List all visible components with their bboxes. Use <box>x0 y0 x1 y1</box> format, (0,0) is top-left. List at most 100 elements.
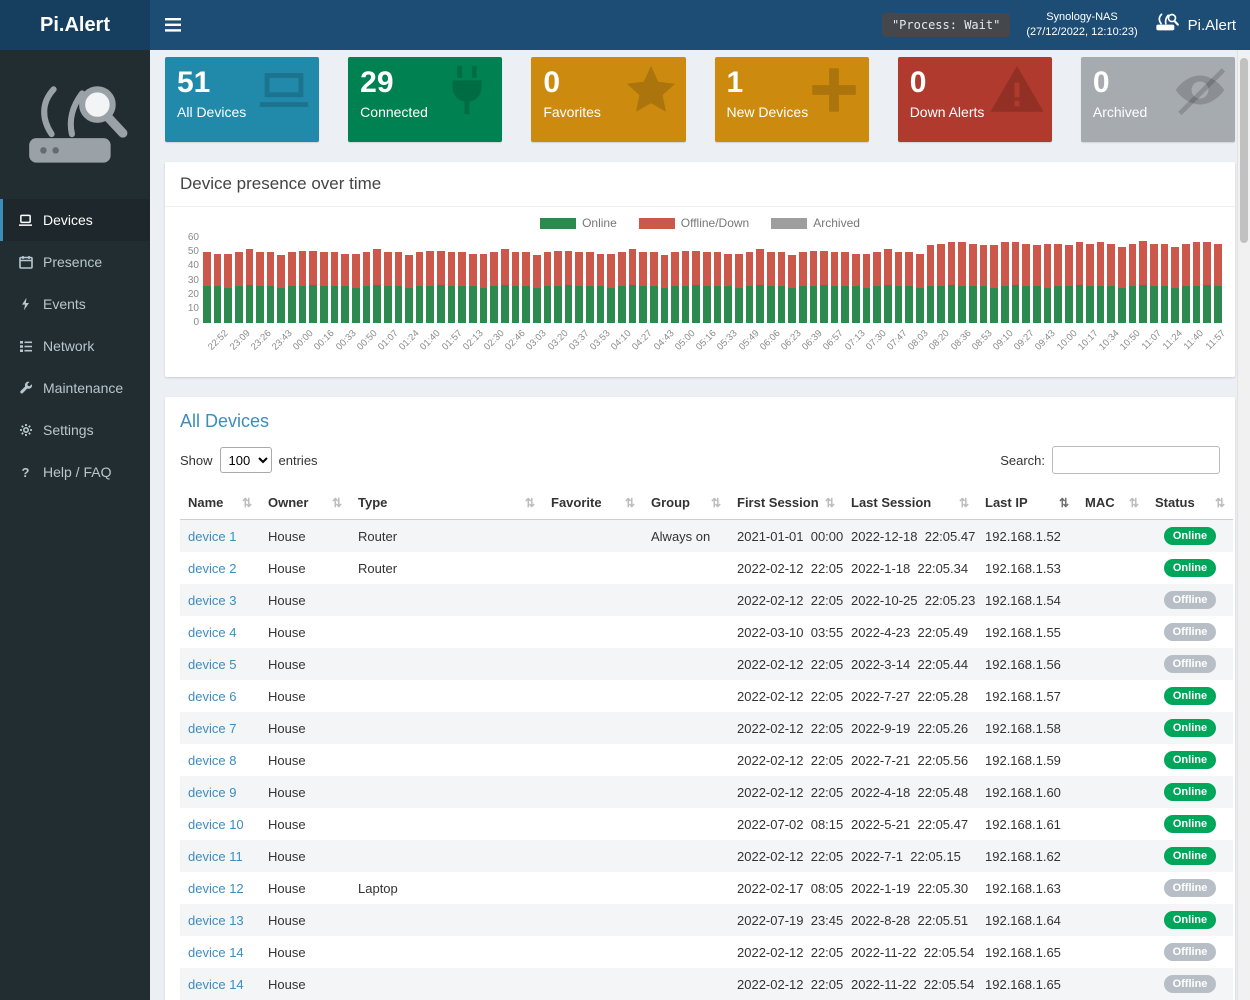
sidebar-item-presence[interactable]: Presence <box>0 241 150 283</box>
table-title: All Devices <box>180 411 1220 432</box>
cell-first_session: 2022-02-12 22:05 <box>729 680 843 712</box>
sidebar-item-network[interactable]: Network <box>0 325 150 367</box>
device-link[interactable]: device 14 <box>188 945 244 960</box>
device-link[interactable]: device 8 <box>188 753 236 768</box>
scrollbar-thumb[interactable] <box>1240 58 1248 243</box>
chart-bar <box>235 252 243 323</box>
device-link[interactable]: device 12 <box>188 881 244 896</box>
device-link[interactable]: device 3 <box>188 593 236 608</box>
chart-bar <box>884 249 892 323</box>
chart-bar <box>288 252 296 323</box>
device-link[interactable]: device 11 <box>188 849 243 864</box>
chart-bar <box>1044 244 1052 323</box>
status-badge: Online <box>1164 847 1216 865</box>
device-link[interactable]: device 9 <box>188 785 236 800</box>
chart-bar <box>469 254 477 323</box>
hamburger-menu-icon[interactable] <box>150 0 196 50</box>
chart-y-tick: 20 <box>188 289 199 300</box>
device-link[interactable]: device 14 <box>188 977 244 992</box>
cell-first_session: 2022-02-12 22:05 <box>729 552 843 584</box>
cell-last_ip: 192.168.1.56 <box>977 648 1077 680</box>
chart-bar <box>256 252 264 323</box>
host-datetime: (27/12/2022, 12:10:23) <box>1026 25 1137 40</box>
chart-panel-title: Device presence over time <box>165 162 1235 207</box>
card-connected[interactable]: 29 Connected <box>348 57 502 142</box>
app-logo[interactable]: Pi.Alert <box>0 0 150 50</box>
chart-bar <box>575 252 583 323</box>
legend-online[interactable]: Online <box>540 216 617 230</box>
gear-icon <box>18 423 33 437</box>
entries-select[interactable]: 100 <box>220 447 272 473</box>
col-mac[interactable]: MAC⇅ <box>1077 486 1147 520</box>
chart-bars <box>203 238 1221 323</box>
chart-bar <box>831 252 839 323</box>
device-link[interactable]: device 5 <box>188 657 236 672</box>
chart-bar <box>1076 242 1084 323</box>
device-link[interactable]: device 2 <box>188 561 236 576</box>
col-name[interactable]: Name⇅ <box>180 486 260 520</box>
device-link[interactable]: device 7 <box>188 721 236 736</box>
device-link[interactable]: device 4 <box>188 625 236 640</box>
star-icon <box>622 61 680 124</box>
legend-label: Online <box>582 216 617 230</box>
col-status[interactable]: Status⇅ <box>1147 486 1233 520</box>
sidebar-item-label: Network <box>43 338 94 354</box>
card-favorites[interactable]: 0 Favorites <box>531 57 685 142</box>
laptop-icon <box>255 61 313 124</box>
brand-link[interactable]: Pi.Alert <box>1154 12 1236 38</box>
sidebar-item-events[interactable]: Events <box>0 283 150 325</box>
chart-bar <box>703 252 711 323</box>
sidebar-item-maintenance[interactable]: Maintenance <box>0 367 150 409</box>
table-row: device 14House2022-02-12 22:052022-11-22… <box>180 968 1233 1000</box>
cell-name: device 7 <box>180 712 260 744</box>
device-link[interactable]: device 6 <box>188 689 236 704</box>
sidebar-item-devices[interactable]: Devices <box>0 199 150 241</box>
cell-mac <box>1077 904 1147 936</box>
device-link[interactable]: device 13 <box>188 913 244 928</box>
col-last-ip[interactable]: Last IP⇅ <box>977 486 1077 520</box>
card-new-devices[interactable]: 1 New Devices <box>715 57 869 142</box>
network-icon <box>18 340 33 353</box>
cell-group <box>643 552 729 584</box>
chart-bar <box>320 252 328 323</box>
legend-archived[interactable]: Archived <box>771 216 860 230</box>
col-first-session[interactable]: First Session⇅ <box>729 486 843 520</box>
col-owner[interactable]: Owner⇅ <box>260 486 350 520</box>
cell-last_ip: 192.168.1.54 <box>977 584 1077 616</box>
sort-icon: ⇅ <box>332 496 342 510</box>
cell-type <box>350 840 543 872</box>
chart-bar <box>980 245 988 323</box>
chart-bar <box>458 252 466 323</box>
cell-name: device 14 <box>180 936 260 968</box>
sidebar-item-help[interactable]: ? Help / FAQ <box>0 451 150 493</box>
card-down-alerts[interactable]: 0 Down Alerts <box>898 57 1052 142</box>
col-favorite[interactable]: Favorite⇅ <box>543 486 643 520</box>
chart-bar <box>586 252 594 323</box>
col-type[interactable]: Type⇅ <box>350 486 543 520</box>
vertical-scrollbar[interactable] <box>1237 50 1250 1000</box>
chart-bar <box>1139 241 1147 323</box>
card-all-devices[interactable]: 51 All Devices <box>165 57 319 142</box>
sidebar-item-settings[interactable]: Settings <box>0 409 150 451</box>
search-input[interactable] <box>1052 446 1220 474</box>
sort-icon: ⇅ <box>825 496 835 510</box>
cell-favorite <box>543 680 643 712</box>
cell-name: device 4 <box>180 616 260 648</box>
cell-last_session: 2022-9-19 22:05.26 <box>843 712 977 744</box>
col-group[interactable]: Group⇅ <box>643 486 729 520</box>
chart-bar <box>735 254 743 323</box>
cell-last_ip: 192.168.1.58 <box>977 712 1077 744</box>
legend-offline-down[interactable]: Offline/Down <box>639 216 749 230</box>
device-link[interactable]: device 10 <box>188 817 244 832</box>
cell-owner: House <box>260 584 350 616</box>
cell-type <box>350 904 543 936</box>
cell-mac <box>1077 776 1147 808</box>
card-archived[interactable]: 0 Archived <box>1081 57 1235 142</box>
device-link[interactable]: device 1 <box>188 529 236 544</box>
chart-bar <box>1086 244 1094 323</box>
cell-name: device 11 <box>180 840 260 872</box>
chart-bar <box>522 252 530 323</box>
col-last-session[interactable]: Last Session⇅ <box>843 486 977 520</box>
chart-bar <box>533 255 541 323</box>
status-badge: Online <box>1164 783 1216 801</box>
